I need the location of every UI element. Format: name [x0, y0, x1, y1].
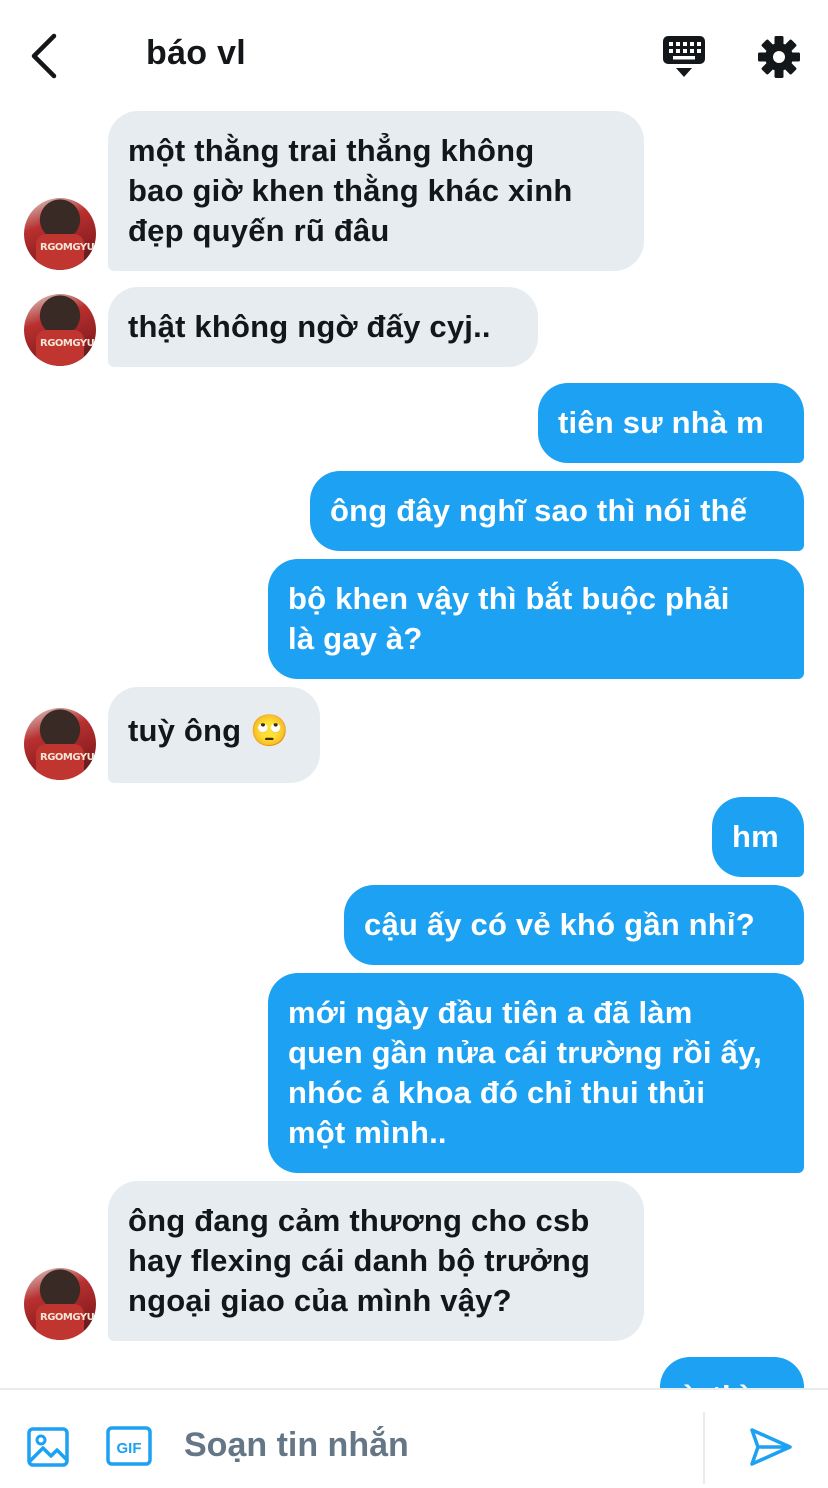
message-line: quen gần nửa cái trường rồi ấy, [288, 1035, 762, 1070]
incoming-message[interactable]: tuỳ ông 🙄 [108, 687, 320, 783]
outgoing-message[interactable]: mới ngày đầu tiên a đã làm quen gần nửa … [268, 973, 804, 1173]
message-input[interactable] [184, 1414, 684, 1476]
incoming-message[interactable]: ông đang cảm thương cho csb hay flexing … [108, 1181, 644, 1341]
outgoing-message[interactable]: tiên sư nhà m [538, 383, 804, 463]
keyboard-button[interactable] [660, 34, 708, 80]
message-line: đẹp quyến rũ đâu [128, 213, 390, 248]
avatar[interactable]: RGOMGYU [24, 1268, 96, 1340]
message-line: tuỳ ông [128, 713, 242, 748]
add-gif-button[interactable]: GIF [106, 1426, 152, 1466]
message-line: hm [732, 819, 779, 854]
composer-divider [703, 1412, 705, 1484]
avatar[interactable]: RGOMGYU [24, 198, 96, 270]
message-list[interactable]: RGOMGYU một thằng trai thẳng không bao g… [0, 0, 828, 1388]
outgoing-message[interactable]: hm [712, 797, 804, 877]
message-composer: GIF [0, 1388, 828, 1488]
message-line: hay flexing cái danh bộ trưởng [128, 1243, 591, 1278]
message-line: là gay à? [288, 621, 423, 656]
dm-conversation-screen: báo vl RGOMGYU một thằng trai thẳng khôn… [0, 0, 828, 1488]
face-with-rolling-eyes-icon: 🙄 [250, 713, 289, 749]
message-line: bộ khen vậy thì bắt buộc phải [288, 581, 730, 616]
add-photo-button[interactable] [26, 1426, 70, 1468]
chevron-left-icon [31, 33, 57, 79]
message-line: ông đang cảm thương cho csb [128, 1203, 590, 1238]
message-line: bao giờ khen thằng khác xinh [128, 173, 573, 208]
conversation-title[interactable]: báo vl [146, 34, 246, 73]
send-button[interactable] [748, 1426, 794, 1468]
outgoing-message[interactable]: cậu ấy có vẻ khó gần nhỉ? [344, 885, 804, 965]
message-line: thật không ngờ đấy cyj.. [128, 309, 491, 344]
outgoing-message[interactable]: ừ thì [660, 1357, 804, 1388]
message-line: một mình.. [288, 1115, 447, 1150]
avatar[interactable]: RGOMGYU [24, 294, 96, 366]
gear-icon [758, 36, 800, 78]
outgoing-message[interactable]: ông đây nghĩ sao thì nói thế [310, 471, 804, 551]
incoming-message[interactable]: một thằng trai thẳng không bao giờ khen … [108, 111, 644, 271]
incoming-message[interactable]: thật không ngờ đấy cyj.. [108, 287, 538, 367]
message-line: tiên sư nhà m [558, 405, 764, 440]
message-line: ừ thì [680, 1377, 784, 1388]
conversation-header: báo vl [0, 0, 828, 110]
message-line: nhóc á khoa đó chỉ thui thủi [288, 1075, 706, 1110]
outgoing-message[interactable]: bộ khen vậy thì bắt buộc phải là gay à? [268, 559, 804, 679]
avatar[interactable]: RGOMGYU [24, 708, 96, 780]
svg-text:GIF: GIF [117, 1440, 142, 1457]
settings-button[interactable] [756, 34, 802, 80]
send-icon [750, 1428, 792, 1466]
gif-icon: GIF [106, 1426, 152, 1466]
message-line: cậu ấy có vẻ khó gần nhỉ? [364, 907, 755, 942]
keyboard-icon [663, 36, 705, 77]
message-line: mới ngày đầu tiên a đã làm [288, 995, 693, 1030]
back-button[interactable] [22, 30, 74, 82]
image-icon [27, 1427, 69, 1467]
message-line: ông đây nghĩ sao thì nói thế [330, 493, 748, 528]
message-line: ngoại giao của mình vậy? [128, 1283, 512, 1318]
message-line: một thằng trai thẳng không [128, 133, 535, 168]
